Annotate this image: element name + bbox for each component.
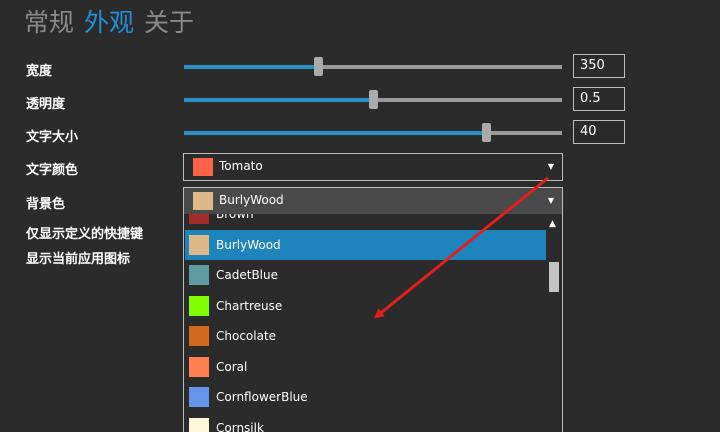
chevron-down-icon: ▼	[547, 162, 554, 171]
width-label: 宽度	[26, 64, 53, 79]
font-size-slider[interactable]	[184, 123, 562, 143]
text-color-label: 文字颜色	[26, 163, 79, 178]
slider-thumb[interactable]	[482, 123, 492, 142]
dropdown-scrollbar[interactable]: ▲	[546, 214, 561, 432]
dropdown-item[interactable]: Brown	[185, 214, 546, 229]
width-value-field[interactable]: 350	[573, 54, 625, 78]
dropdown-item[interactable]: Coral	[185, 352, 546, 382]
color-swatch	[193, 158, 213, 176]
tab-bar: 常规 外观 关于	[24, 6, 194, 42]
dropdown-item-label: CadetBlue	[216, 268, 278, 282]
color-dropdown-list: Brown BurlyWood CadetBlue Chartreuse Chocola…	[183, 214, 563, 432]
tab-about[interactable]: 关于	[144, 6, 194, 42]
bg-color-selected: BurlyWood	[219, 193, 284, 207]
opacity-slider[interactable]	[184, 90, 562, 110]
color-swatch	[189, 214, 209, 224]
dropdown-item-label: CornflowerBlue	[216, 390, 308, 404]
slider-thumb[interactable]	[314, 57, 324, 76]
dropdown-item[interactable]: Chocolate	[185, 321, 546, 351]
dropdown-item[interactable]: BurlyWood	[185, 230, 546, 260]
dropdown-item[interactable]: CornflowerBlue	[185, 382, 546, 412]
chevron-down-icon: ▼	[547, 196, 554, 205]
slider-fill	[184, 65, 319, 69]
font-size-value-field[interactable]: 40	[573, 120, 625, 144]
font-size-label: 文字大小	[26, 130, 79, 145]
scrollbar-thumb[interactable]	[549, 262, 559, 292]
settings-window: 常规 外观 关于 宽度 350 透明度 0.5 文字大小 40 文字颜色 Tom…	[0, 0, 720, 432]
width-slider[interactable]	[184, 57, 562, 77]
text-color-combobox[interactable]: Tomato ▼	[183, 153, 563, 181]
dropdown-item-label: Chocolate	[216, 329, 277, 343]
dropdown-item-label: BurlyWood	[216, 238, 281, 252]
bg-color-label: 背景色	[26, 197, 66, 212]
color-swatch	[189, 418, 209, 432]
dropdown-item[interactable]: Cornsilk	[185, 413, 546, 432]
dropdown-item-label: Chartreuse	[216, 299, 283, 313]
color-swatch	[189, 357, 209, 377]
color-swatch	[189, 326, 209, 346]
scroll-up-icon[interactable]: ▲	[549, 219, 556, 229]
slider-fill	[184, 131, 487, 135]
color-swatch	[189, 265, 209, 285]
dropdown-item-label: Cornsilk	[216, 421, 264, 432]
color-swatch	[189, 296, 209, 316]
dropdown-item-label: Brown	[216, 214, 254, 221]
tab-general[interactable]: 常规	[24, 6, 74, 42]
slider-thumb[interactable]	[369, 90, 378, 109]
opacity-label: 透明度	[26, 97, 66, 112]
color-swatch	[189, 387, 209, 407]
dropdown-item-label: Coral	[216, 360, 248, 374]
bg-color-combobox[interactable]: BurlyWood ▼	[183, 187, 563, 215]
tab-appearance[interactable]: 外观	[84, 6, 134, 42]
dropdown-item[interactable]: CadetBlue	[185, 260, 546, 290]
text-color-selected: Tomato	[219, 159, 263, 173]
color-swatch	[189, 235, 209, 255]
custom-shortcut-label: 仅显示定义的快捷键	[26, 227, 144, 242]
show-icon-label: 显示当前应用图标	[26, 252, 131, 267]
slider-fill	[184, 98, 373, 102]
color-swatch	[193, 192, 213, 210]
opacity-value-field[interactable]: 0.5	[573, 87, 625, 111]
dropdown-item[interactable]: Chartreuse	[185, 291, 546, 321]
